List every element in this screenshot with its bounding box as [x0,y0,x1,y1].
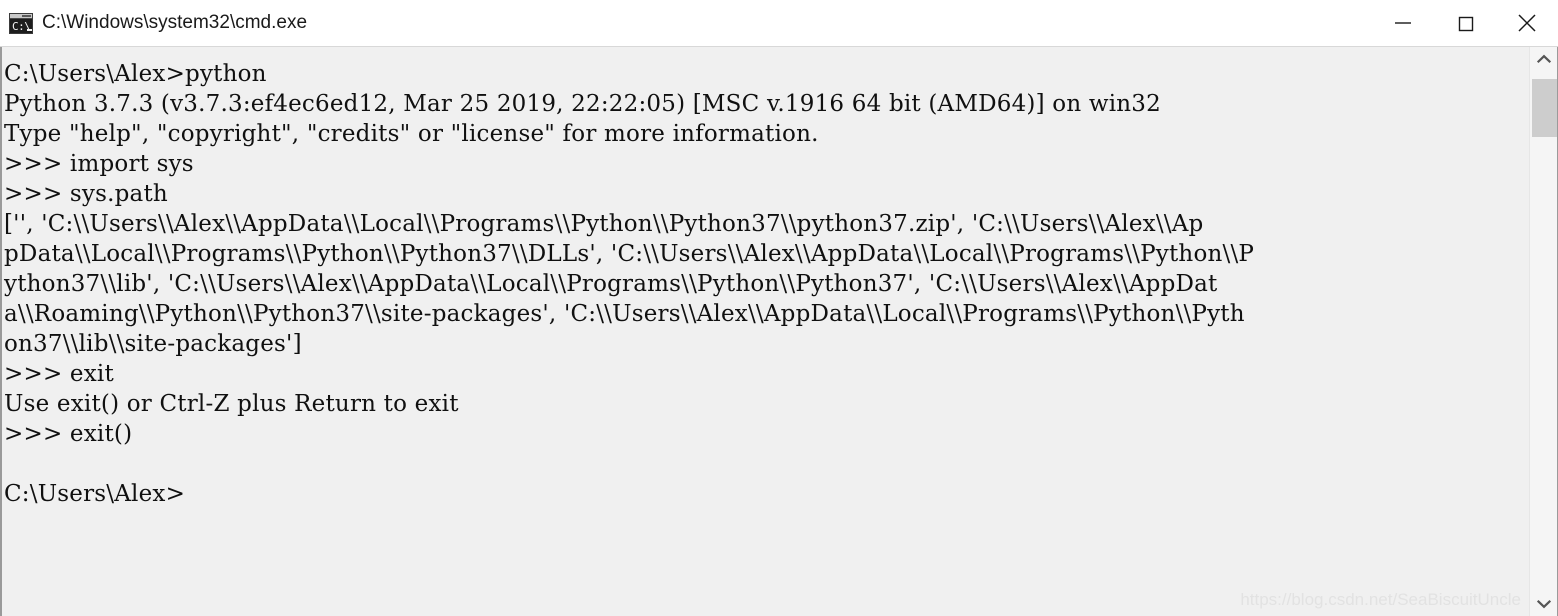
maximize-icon [1458,16,1474,32]
title-bar[interactable]: C:\ C:\Windows\system32\cmd.exe [0,0,1558,47]
maximize-button[interactable] [1434,0,1496,46]
scroll-down-button[interactable] [1530,592,1558,616]
cmd-icon-cursor [27,28,32,31]
console-area: C:\Users\Alex>python Python 3.7.3 (v3.7.… [0,47,1558,616]
watermark: https://blog.csdn.net/SeaBiscuitUncle [1240,590,1521,609]
window-title: C:\Windows\system32\cmd.exe [42,12,308,33]
console-text: C:\Users\Alex>python Python 3.7.3 (v3.7.… [4,61,1255,507]
window-controls [1372,0,1558,46]
cmd-window: C:\ C:\Windows\system32\cmd.exe C:\Users… [0,0,1558,616]
close-icon [1518,14,1536,32]
console-output-pane[interactable]: C:\Users\Alex>python Python 3.7.3 (v3.7.… [2,47,1529,616]
minimize-button[interactable] [1372,0,1434,46]
scrollbar-track[interactable] [1530,71,1558,592]
chevron-down-icon [1537,599,1551,609]
title-bar-left: C:\ C:\Windows\system32\cmd.exe [0,12,1372,34]
cmd-icon-glyph: C:\ [12,19,31,33]
cmd-exe-icon: C:\ [9,12,33,34]
chevron-up-icon [1537,54,1551,64]
close-button[interactable] [1496,0,1558,46]
scrollbar-thumb[interactable] [1531,79,1557,137]
vertical-scrollbar[interactable] [1529,47,1558,616]
minimize-icon [1395,22,1411,24]
scroll-up-button[interactable] [1530,47,1558,71]
